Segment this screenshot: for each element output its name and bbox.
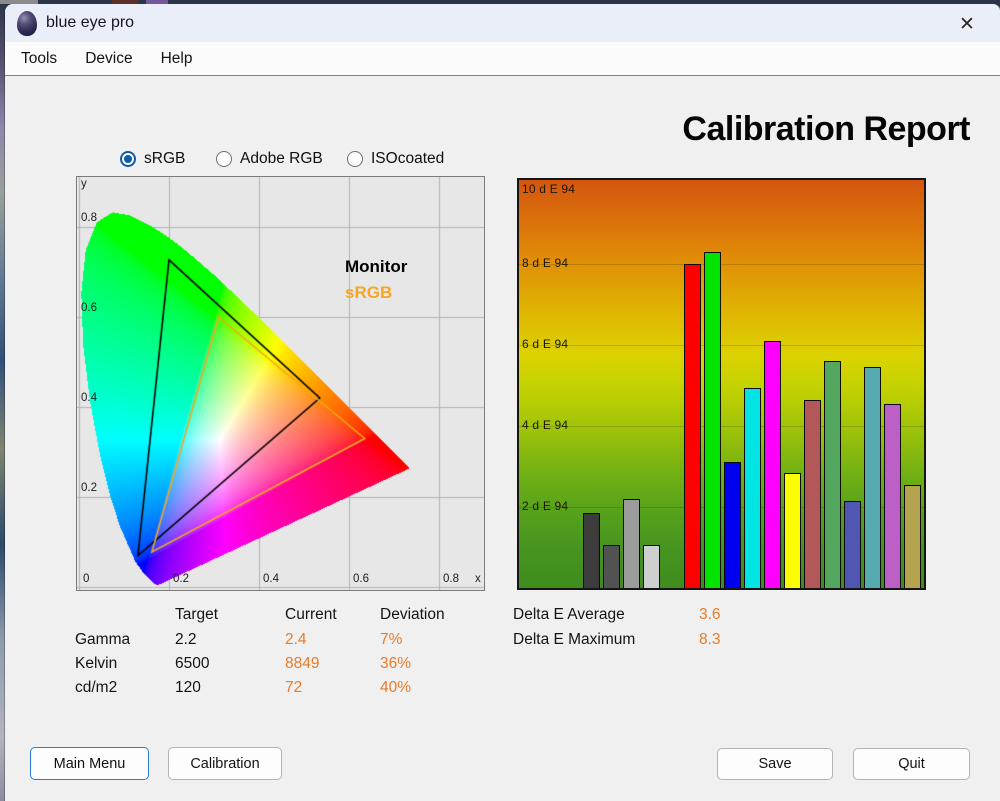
radio-icon	[216, 151, 232, 167]
main-menu-button[interactable]: Main Menu	[30, 747, 149, 780]
delta-e-average-label: Delta E Average	[513, 606, 625, 623]
delta-e-bar	[724, 462, 741, 588]
delta-e-bar	[764, 341, 781, 588]
delta-e-axis-tick: 6 d E 94	[522, 337, 569, 351]
x-axis-tick: 0.6	[353, 573, 369, 585]
cie-chromaticity-chart: 0 0.2 0.4 0.6 0.8 0.2 0.4 0.6 0.8 y x	[76, 176, 485, 591]
x-axis-label: x	[475, 573, 481, 585]
cdm2-deviation: 40%	[380, 679, 412, 696]
kelvin-deviation: 36%	[380, 655, 412, 672]
gamma-deviation: 7%	[380, 631, 403, 648]
menu-item-device[interactable]: Device	[71, 45, 146, 73]
delta-e-bar	[864, 367, 881, 588]
menu-item-help[interactable]: Help	[147, 45, 207, 73]
delta-e-maximum-label: Delta E Maximum	[513, 631, 636, 648]
delta-e-average-value: 3.6	[699, 606, 721, 623]
delta-e-bar	[744, 388, 761, 588]
gamma-current: 2.4	[285, 631, 307, 648]
delta-e-bar	[804, 400, 821, 588]
delta-e-axis-tick: 4 d E 94	[522, 418, 569, 432]
close-icon[interactable]: ✕	[952, 11, 982, 37]
app-window: blue eye pro ✕ Tools Device Help Calibra…	[5, 4, 1000, 801]
delta-e-bar	[704, 252, 721, 588]
menu-bar: Tools Device Help	[5, 42, 1000, 75]
delta-e-bar	[904, 485, 921, 588]
gridline	[519, 345, 924, 346]
col-header-current: Current	[285, 606, 337, 623]
x-axis-tick: 0.2	[173, 573, 189, 585]
delta-e-axis-tick: 2 d E 94	[522, 499, 569, 513]
cdm2-current: 72	[285, 679, 303, 696]
legend-srgb-label: sRGB	[345, 283, 393, 302]
delta-e-bar	[824, 361, 841, 588]
delta-e-bar	[583, 513, 600, 588]
calibration-button[interactable]: Calibration	[168, 747, 282, 780]
radio-isocoated[interactable]: ISOcoated	[347, 150, 444, 168]
delta-e-bar	[684, 264, 701, 588]
cdm2-target: 120	[175, 679, 201, 696]
row-label-gamma: Gamma	[75, 631, 131, 648]
page-title: Calibration Report	[682, 110, 970, 148]
kelvin-current: 8849	[285, 655, 320, 672]
radio-label: sRGB	[144, 150, 186, 167]
delta-e-bar	[844, 501, 861, 588]
delta-e-bar	[884, 404, 901, 588]
radio-icon	[347, 151, 363, 167]
gamma-target: 2.2	[175, 631, 197, 648]
cie-canvas	[77, 177, 484, 590]
desktop-background: blue eye pro ✕ Tools Device Help Calibra…	[0, 0, 1000, 801]
radio-label: ISOcoated	[371, 150, 445, 167]
y-axis-tick: 0.2	[81, 482, 97, 494]
y-axis-label: y	[81, 178, 87, 190]
delta-e-bar-chart: 10 d E 94 8 d E 94 6 d E 94 4 d E 94 2 d E 9…	[517, 178, 926, 590]
delta-e-axis-tick: 8 d E 94	[522, 256, 569, 270]
save-button[interactable]: Save	[717, 748, 833, 780]
delta-e-bar	[603, 545, 620, 588]
y-axis-tick: 0.6	[81, 302, 97, 314]
x-axis-tick: 0	[83, 573, 90, 585]
y-axis-tick: 0.4	[81, 392, 97, 404]
app-icon	[17, 11, 37, 36]
kelvin-target: 6500	[175, 655, 210, 672]
col-header-deviation: Deviation	[380, 606, 445, 623]
radio-label: Adobe RGB	[240, 150, 323, 167]
y-axis-tick: 0.8	[81, 212, 97, 224]
delta-e-bar	[643, 545, 660, 588]
delta-e-maximum-value: 8.3	[699, 631, 721, 648]
radio-srgb[interactable]: sRGB	[120, 150, 185, 168]
title-bar: blue eye pro ✕	[5, 4, 1000, 42]
radio-adobe-rgb[interactable]: Adobe RGB	[216, 150, 323, 168]
gridline	[519, 264, 924, 265]
menu-item-tools[interactable]: Tools	[7, 45, 71, 73]
delta-e-bar	[623, 499, 640, 588]
delta-e-bar	[784, 473, 801, 588]
legend-monitor-label: Monitor	[345, 257, 408, 276]
window-title: blue eye pro	[46, 14, 135, 31]
row-label-kelvin: Kelvin	[75, 655, 118, 672]
delta-e-axis-tick: 10 d E 94	[522, 182, 576, 196]
quit-button[interactable]: Quit	[853, 748, 970, 780]
x-axis-tick: 0.8	[443, 573, 459, 585]
radio-icon	[120, 151, 136, 167]
x-axis-tick: 0.4	[263, 573, 279, 585]
col-header-target: Target	[175, 606, 219, 623]
row-label-cdm2: cd/m2	[75, 679, 118, 696]
